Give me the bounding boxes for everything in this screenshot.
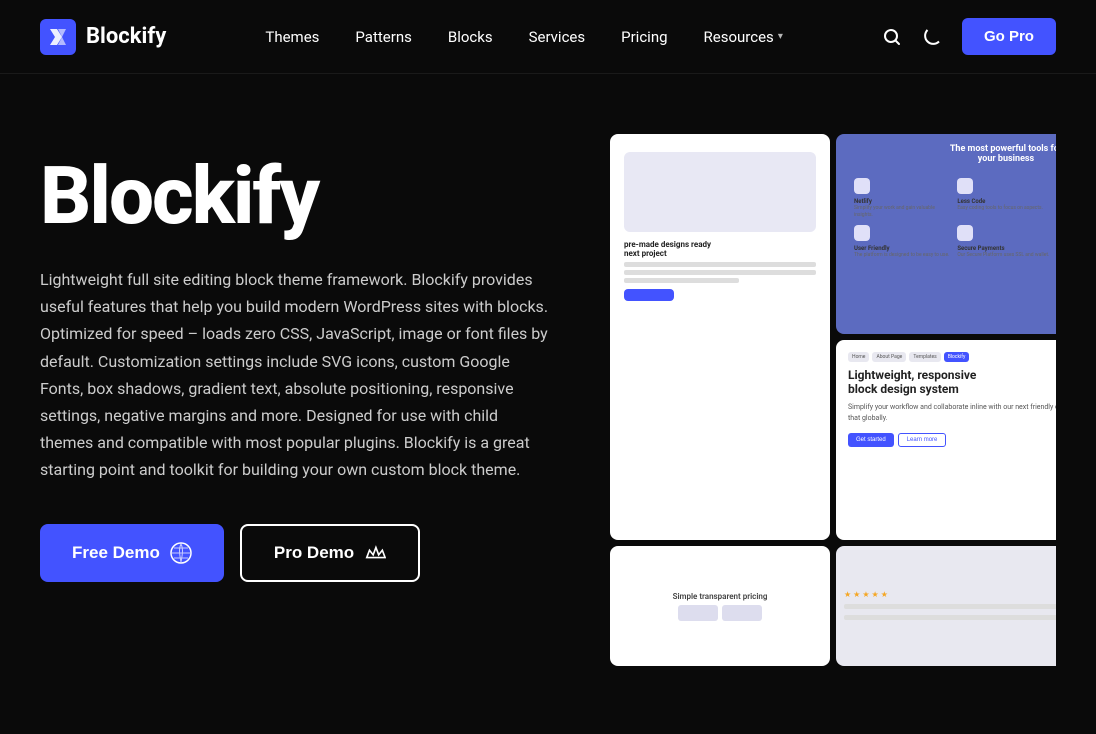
hero-title: Blockify xyxy=(40,154,570,238)
hero-buttons: Free Demo Pro Demo xyxy=(40,524,570,582)
pro-demo-button[interactable]: Pro Demo xyxy=(240,524,420,582)
mosaic-panel-4: Home About Page Templates Blockify Light… xyxy=(836,340,1056,540)
panel2-title: The most powerful tools foryour business xyxy=(846,144,1056,164)
moon-icon xyxy=(922,27,942,47)
mosaic-panel-7: ★ ★ ★ ★ ★ xyxy=(836,546,1056,666)
panel1-title: pre-made designs readynext project xyxy=(624,240,816,258)
dark-mode-button[interactable] xyxy=(922,27,942,47)
nav-item-pricing[interactable]: Pricing xyxy=(621,27,667,46)
hero-screenshots: pre-made designs readynext project The m… xyxy=(610,134,1056,694)
logo-link[interactable]: Blockify xyxy=(40,19,166,55)
nav-item-services[interactable]: Services xyxy=(529,27,586,46)
mosaic-panel-2: The most powerful tools foryour business… xyxy=(836,134,1056,334)
navbar: Blockify Themes Patterns Blocks Services… xyxy=(0,0,1096,74)
wordpress-icon xyxy=(170,542,192,564)
nav-item-blocks[interactable]: Blocks xyxy=(448,27,493,46)
nav-links: Themes Patterns Blocks Services Pricing … xyxy=(265,27,782,46)
logo-icon xyxy=(40,19,76,55)
mosaic-grid: pre-made designs readynext project The m… xyxy=(610,134,1056,694)
panel4-learn-more[interactable]: Learn more xyxy=(898,433,947,447)
search-icon xyxy=(882,27,902,47)
panel4-text: Simplify your workflow and collaborate i… xyxy=(848,402,1056,423)
hero-section: Blockify Lightweight full site editing b… xyxy=(0,74,1096,734)
panel4-get-started[interactable]: Get started xyxy=(848,433,894,447)
mosaic-panel-6: Simple transparent pricing xyxy=(610,546,830,666)
chevron-down-icon: ▾ xyxy=(778,31,783,42)
stars-row: ★ ★ ★ ★ ★ xyxy=(844,590,1056,599)
free-demo-button[interactable]: Free Demo xyxy=(40,524,224,582)
go-pro-button[interactable]: Go Pro xyxy=(962,18,1056,55)
mosaic-panel-1: pre-made designs readynext project xyxy=(610,134,830,540)
hero-left: Blockify Lightweight full site editing b… xyxy=(40,134,570,582)
panel4-title: Lightweight, responsiveblock design syst… xyxy=(848,368,1056,396)
feature-netlify: Netlify Simplify your work and gain valu… xyxy=(854,178,951,219)
feature-less-code: Less Code Easy coding tools to focus on … xyxy=(957,178,1054,219)
feature-secure-payments: Secure Payments Our Secure Platform uses… xyxy=(957,225,1054,259)
brand-name: Blockify xyxy=(86,24,166,49)
nav-item-resources[interactable]: Resources ▾ xyxy=(704,28,783,46)
feature-user-friendly: User Friendly The platform is designed t… xyxy=(854,225,951,259)
panel6-title: Simple transparent pricing xyxy=(673,592,768,601)
search-button[interactable] xyxy=(882,27,902,47)
nav-item-themes[interactable]: Themes xyxy=(265,27,319,46)
nav-item-patterns[interactable]: Patterns xyxy=(355,27,411,46)
nav-actions: Go Pro xyxy=(882,18,1056,55)
crown-icon xyxy=(364,542,386,564)
hero-description: Lightweight full site editing block them… xyxy=(40,266,550,484)
